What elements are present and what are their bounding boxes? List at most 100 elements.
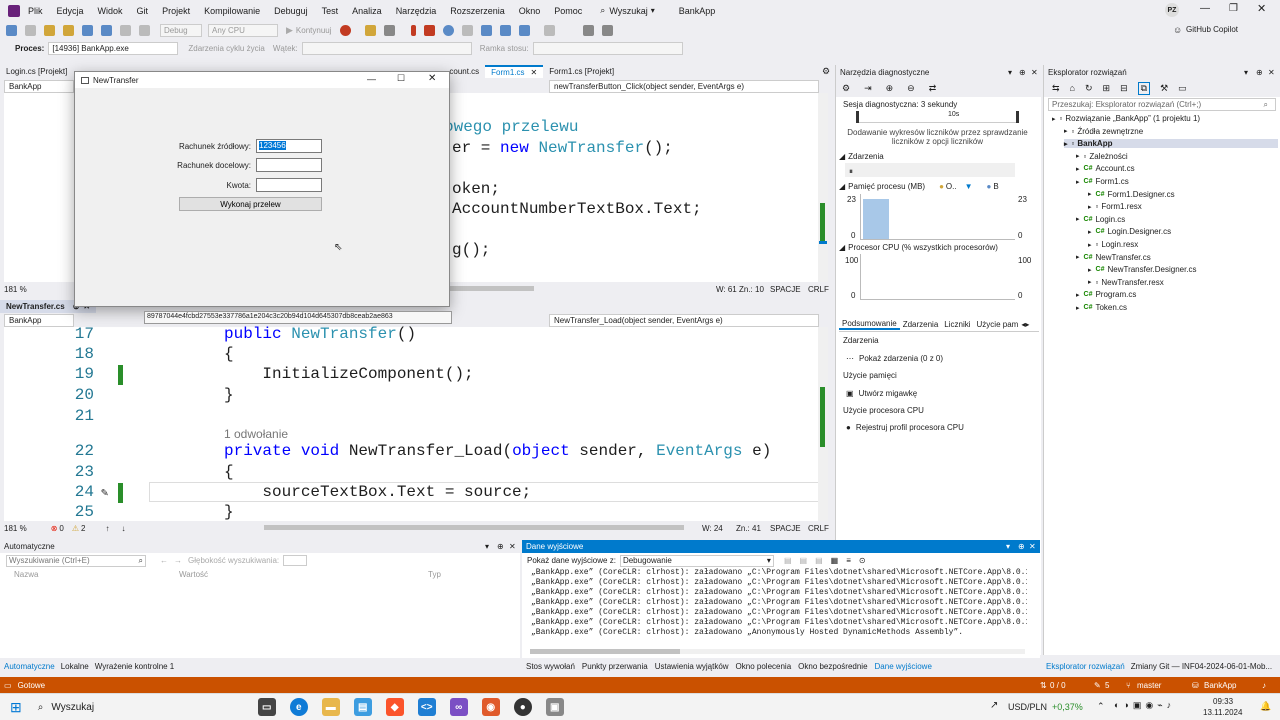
horizontal-scrollbar[interactable] (264, 525, 684, 530)
pause-icon[interactable] (410, 25, 416, 36)
dropdown-icon[interactable]: ▾ (485, 542, 489, 551)
tab-counters[interactable]: Liczniki (941, 320, 973, 329)
properties-icon[interactable]: ⚒ (1160, 83, 1168, 94)
menu-item[interactable]: Projekt (162, 6, 190, 16)
avatar[interactable]: PZ (1165, 3, 1179, 17)
member-select[interactable]: newTransferButton_Click(object sender, E… (549, 80, 819, 93)
solution-search-input[interactable]: Przeszukaj: Eksplorator rozwiązań (Ctrl+… (1048, 98, 1276, 111)
browse-icon[interactable] (364, 25, 376, 36)
line-endings[interactable]: CRLF (808, 524, 829, 533)
git-repo[interactable]: BankApp (1204, 681, 1236, 690)
solution-tree-item[interactable]: ▸ ▫ Rozwiązanie „BankApp” (1 projektu 1) (1052, 114, 1200, 123)
vertical-scrollbar[interactable] (818, 327, 828, 521)
switch-views-icon[interactable]: ⇆ (1052, 83, 1060, 94)
tab-autos[interactable]: Automatyczne (4, 662, 55, 671)
line-endings[interactable]: CRLF (808, 285, 829, 294)
expand-arrow-icon[interactable]: ▸ (1088, 278, 1092, 286)
pause-icon[interactable]: ⏸ (849, 167, 853, 176)
tab-immediate[interactable]: Okno bezpośrednie (798, 662, 867, 671)
select-tools-icon[interactable]: ⇥ (864, 83, 872, 94)
dropdown-icon[interactable]: ▾ (1008, 68, 1012, 77)
menu-item[interactable]: Okno (519, 6, 541, 16)
expand-arrow-icon[interactable]: ▸ (1088, 190, 1092, 198)
tab-memory-usage[interactable]: Użycie pam (974, 320, 1022, 329)
tab-form1-cs[interactable]: Form1.cs ✕ (485, 65, 544, 78)
memory-chart[interactable] (860, 194, 1015, 240)
close-icon[interactable]: ✕ (1031, 68, 1038, 77)
tab-command-window[interactable]: Okno polecenia (736, 662, 792, 671)
events-section[interactable]: ◢ Zdarzenia (839, 152, 884, 161)
stack-frame-select[interactable] (532, 42, 683, 55)
save-all-icon[interactable] (101, 25, 112, 36)
solution-tree-item[interactable]: ▸ C# NewTransfer.cs (1076, 253, 1151, 262)
autos-search-input[interactable]: Wyszukiwanie (Ctrl+E) ⌕ (6, 554, 146, 567)
arrow-left-icon[interactable]: ← (160, 556, 168, 565)
zoom-in-icon[interactable]: ⊕ (886, 83, 894, 94)
tab-locals[interactable]: Lokalne (61, 662, 89, 671)
dropdown-icon[interactable]: ▾ (1244, 68, 1248, 77)
codelens-references[interactable]: 1 odwołanie (224, 427, 288, 441)
tab-call-stack[interactable]: Stos wywołań (526, 662, 575, 671)
zoom-level[interactable]: 181 % (4, 524, 27, 533)
tab-summary[interactable]: Podsumowanie (839, 319, 900, 330)
preview-icon[interactable]: ▭ (1178, 83, 1187, 94)
process-select[interactable]: [14936] BankApp.exe (48, 42, 179, 55)
expand-arrow-icon[interactable]: ▸ (1076, 178, 1080, 186)
redo-icon[interactable] (139, 25, 150, 36)
maximize-icon[interactable]: ☐ (397, 73, 405, 84)
brave-icon[interactable]: ◆ (385, 698, 404, 716)
menu-item[interactable]: Widok (98, 6, 123, 16)
tab-exception-settings[interactable]: Ustawienia wyjątków (655, 662, 729, 671)
minimize-icon[interactable]: — (1200, 3, 1210, 14)
source-account-input[interactable]: 123456 (256, 139, 322, 153)
output-text[interactable]: „BankApp.exe” (CoreCLR: clrhost): załado… (522, 568, 1027, 638)
undo-icon[interactable] (120, 25, 131, 36)
edit-glyph-icon[interactable]: ✎ (101, 485, 108, 500)
copilot-button[interactable]: GitHub Copilot (1186, 25, 1238, 34)
zoom-out-icon[interactable]: ⊖ (907, 83, 915, 94)
arrow-right-icon[interactable]: → (174, 556, 182, 565)
window-titlebar[interactable]: NewTransfer — ☐ ✕ (75, 72, 449, 88)
indent-mode[interactable]: SPACJE (770, 285, 801, 294)
menu-item[interactable]: Pomoc (554, 6, 582, 16)
thread-select[interactable] (301, 42, 472, 55)
timeline-ruler[interactable]: 10s (856, 111, 1019, 123)
next-message-icon[interactable]: ▤ (815, 556, 823, 565)
tab-events[interactable]: Zdarzenia (900, 320, 942, 329)
stop-icon[interactable] (423, 25, 435, 36)
zoom-level[interactable]: 181 % (4, 285, 27, 294)
window-icon[interactable]: ▣ (545, 698, 564, 716)
home-icon[interactable]: ⌂ (1070, 83, 1075, 93)
solution-tree-item[interactable]: ▸ C# Account.cs (1076, 164, 1135, 173)
solution-tree-item[interactable]: ▸ C# Program.cs (1076, 290, 1136, 299)
hot-reload-icon[interactable] (339, 25, 351, 36)
explorer-icon[interactable]: ▬ (321, 698, 340, 716)
save-icon[interactable] (82, 25, 93, 36)
error-icon[interactable]: ⊗ (51, 524, 58, 533)
find-icon[interactable]: ▤ (784, 556, 792, 565)
layout-icon[interactable] (383, 25, 395, 36)
new-item-icon[interactable] (44, 25, 55, 36)
solution-tree-item[interactable]: ▸ C# Form1.Designer.cs (1088, 190, 1175, 199)
tab-watch-1[interactable]: Wyrażenie kontrolne 1 (95, 662, 175, 671)
project-select[interactable]: BankApp (4, 80, 74, 93)
horizontal-scrollbar[interactable] (530, 649, 1025, 654)
pencil-icon[interactable]: ✎ (1094, 681, 1101, 690)
amount-input[interactable] (256, 178, 322, 192)
dropdown-icon[interactable]: ▾ (1006, 542, 1010, 551)
menu-item[interactable]: Kompilowanie (204, 6, 260, 16)
close-icon[interactable]: ✕ (1029, 542, 1036, 551)
forward-icon[interactable] (25, 25, 36, 36)
git-branch[interactable]: master (1137, 681, 1161, 690)
expand-arrow-icon[interactable]: ▸ (1076, 253, 1080, 261)
menu-item[interactable]: Git (137, 6, 149, 16)
menu-item[interactable]: Test (322, 6, 339, 16)
vs-logo-icon[interactable] (8, 4, 20, 17)
collapse-all-icon[interactable]: ⊟ (1120, 83, 1128, 94)
expand-arrow-icon[interactable]: ▸ (1064, 127, 1068, 135)
solution-tree-item[interactable]: ▸ ▫ Zależności (1076, 152, 1128, 161)
tab-git-changes[interactable]: Zmiany Git — INF04-2024-06-01-Mob... (1131, 662, 1272, 671)
show-next-statement-icon[interactable] (461, 25, 473, 36)
col-type[interactable]: Typ (428, 570, 441, 579)
expand-arrow-icon[interactable]: ▸ (1076, 215, 1080, 223)
